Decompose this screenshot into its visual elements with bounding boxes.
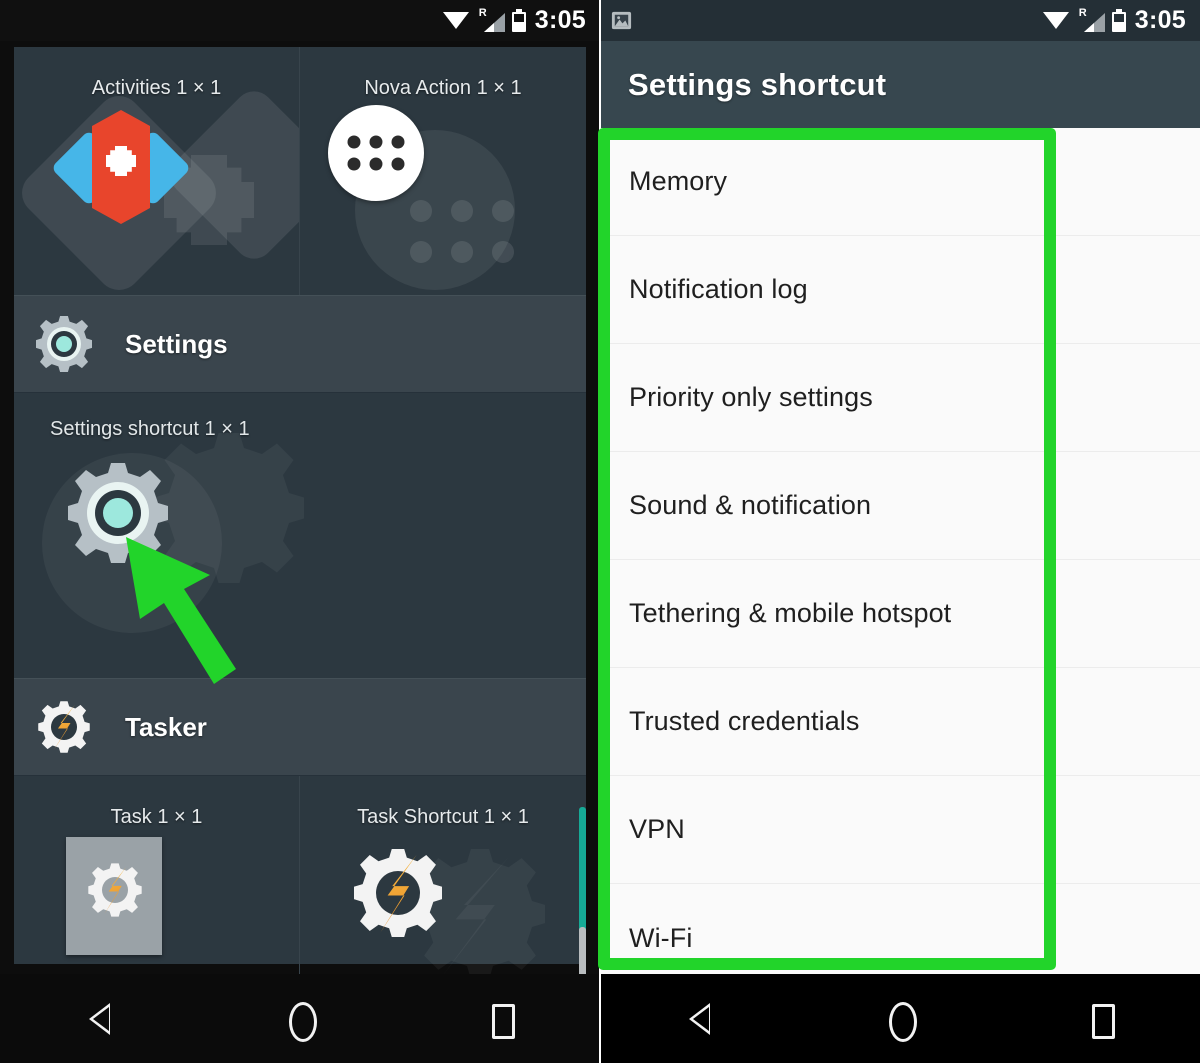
ghost-dot — [410, 200, 432, 222]
list-item[interactable]: Priority only settings — [600, 344, 1200, 452]
ghost-dot — [492, 200, 514, 222]
ghost-dot — [451, 241, 473, 263]
widget-cell-activities[interactable]: Activities 1 × 1 — [14, 47, 300, 295]
battery-icon — [511, 9, 526, 32]
widget-label: Activities 1 × 1 — [91, 77, 222, 99]
activities-widget-icon — [50, 108, 192, 226]
right-clock: 3:05 — [1134, 6, 1186, 34]
widget-preview-task — [14, 829, 299, 981]
widget-label: Task 1 × 1 — [110, 806, 203, 828]
widget-cell-task[interactable]: Task 1 × 1 — [14, 776, 300, 981]
list-item[interactable]: Notification log — [600, 236, 1200, 344]
status-bar-icons: R — [1042, 7, 1126, 32]
list-item[interactable]: Trusted credentials — [600, 668, 1200, 776]
battery-fill — [1113, 22, 1124, 30]
widget-picker-sheet[interactable]: Activities 1 × 1 Nova Action 1 × 1 Setti… — [14, 47, 586, 1011]
dot — [391, 135, 405, 149]
widget-cell-nova-action[interactable]: Nova Action 1 × 1 — [300, 47, 586, 295]
app-bar: Settings shortcut — [600, 41, 1200, 128]
settings-shortcut-list[interactable]: Memory Notification log Priority only se… — [600, 128, 1200, 974]
ghost-dot — [410, 241, 432, 263]
left-clock: 3:05 — [534, 6, 586, 34]
back-icon[interactable] — [78, 997, 122, 1041]
right-navigation-bar[interactable] — [600, 974, 1200, 1063]
ghost-gear-icon — [154, 433, 304, 583]
widget-preview-nova-action — [300, 100, 586, 290]
ghost-dot — [492, 241, 514, 263]
dot — [391, 157, 405, 171]
right-phone-screen: R 3:05 Settings shortcut Memory Notifica… — [600, 0, 1200, 1063]
list-item-label: Memory — [629, 166, 728, 196]
roaming-letter: R — [1078, 7, 1087, 19]
list-item-label: VPN — [629, 814, 685, 844]
two-phone-screenshot-composite: R 3:05 Activities 1 × 1 Nova Action 1 × … — [0, 0, 1200, 1063]
signal-bars — [483, 23, 494, 32]
list-item-label: Wi-Fi — [629, 922, 693, 953]
widget-preview-activities — [14, 83, 299, 295]
widget-cell-task-shortcut[interactable]: Task Shortcut 1 × 1 — [300, 776, 586, 981]
app-drawer-dots-icon — [347, 135, 405, 171]
ghost-dot — [451, 200, 473, 222]
list-item-label: Tethering & mobile hotspot — [629, 598, 952, 628]
settings-shortcut-gear-icon[interactable] — [68, 463, 168, 563]
app-header-settings[interactable]: Settings — [14, 295, 586, 393]
tasker-task-shortcut-icon — [350, 845, 446, 941]
dot — [369, 135, 383, 149]
panel-divider — [599, 0, 601, 1063]
widget-row-1: Activities 1 × 1 Nova Action 1 × 1 — [14, 47, 586, 295]
dot — [347, 135, 361, 149]
widget-label: Nova Action 1 × 1 — [364, 77, 522, 99]
screenshot-image-icon — [611, 11, 632, 30]
page-title: Settings shortcut — [628, 66, 887, 102]
left-status-bar: R 3:05 — [0, 0, 600, 41]
home-icon[interactable] — [278, 997, 322, 1042]
widget-label: Task Shortcut 1 × 1 — [357, 806, 529, 828]
list-item-label: Trusted credentials — [629, 706, 860, 736]
ghost-app-drawer-dots-icon — [410, 200, 514, 263]
widget-preview-task-shortcut — [300, 829, 586, 981]
settings-gear-icon — [36, 316, 92, 372]
recents-icon[interactable] — [478, 997, 522, 1041]
puzzle-piece-icon — [106, 146, 136, 176]
recents-icon[interactable] — [1078, 997, 1122, 1041]
nova-action-widget-icon — [328, 105, 424, 201]
list-item[interactable]: Tethering & mobile hotspot — [600, 560, 1200, 668]
app-name-label: Settings — [125, 328, 228, 359]
list-item-label: Sound & notification — [629, 490, 872, 520]
home-icon[interactable] — [878, 997, 922, 1042]
list-item-label: Notification log — [629, 274, 808, 304]
wifi-icon — [1042, 10, 1070, 31]
tasker-icon — [36, 699, 92, 755]
dot — [347, 157, 361, 171]
list-item[interactable]: Sound & notification — [600, 452, 1200, 560]
app-header-tasker[interactable]: Tasker — [14, 678, 586, 776]
list-item[interactable]: Memory — [600, 128, 1200, 236]
widget-label: Settings shortcut 1 × 1 — [50, 418, 250, 440]
dot — [369, 157, 383, 171]
roaming-letter: R — [478, 7, 487, 19]
right-status-bar: R 3:05 — [600, 0, 1200, 41]
left-phone-screen: R 3:05 Activities 1 × 1 Nova Action 1 × … — [0, 0, 600, 1063]
left-navigation-bar[interactable] — [0, 974, 600, 1063]
signal-roaming-icon: R — [1077, 7, 1105, 32]
signal-bars — [1083, 23, 1094, 32]
wifi-icon — [442, 10, 470, 31]
widget-row-2: Task 1 × 1 Task Shortcut 1 × 1 — [14, 776, 586, 981]
battery-fill — [513, 22, 524, 30]
signal-roaming-icon: R — [477, 7, 505, 32]
battery-icon — [1111, 9, 1126, 32]
app-name-label: Tasker — [125, 711, 207, 742]
back-icon[interactable] — [678, 997, 722, 1041]
list-item-label: Priority only settings — [629, 382, 873, 412]
status-bar-icons: R — [442, 7, 526, 32]
gear-core — [103, 498, 133, 528]
list-item[interactable]: VPN — [600, 776, 1200, 884]
widget-cell-settings-shortcut[interactable]: Settings shortcut 1 × 1 — [14, 393, 586, 678]
tasker-task-icon — [86, 861, 144, 919]
